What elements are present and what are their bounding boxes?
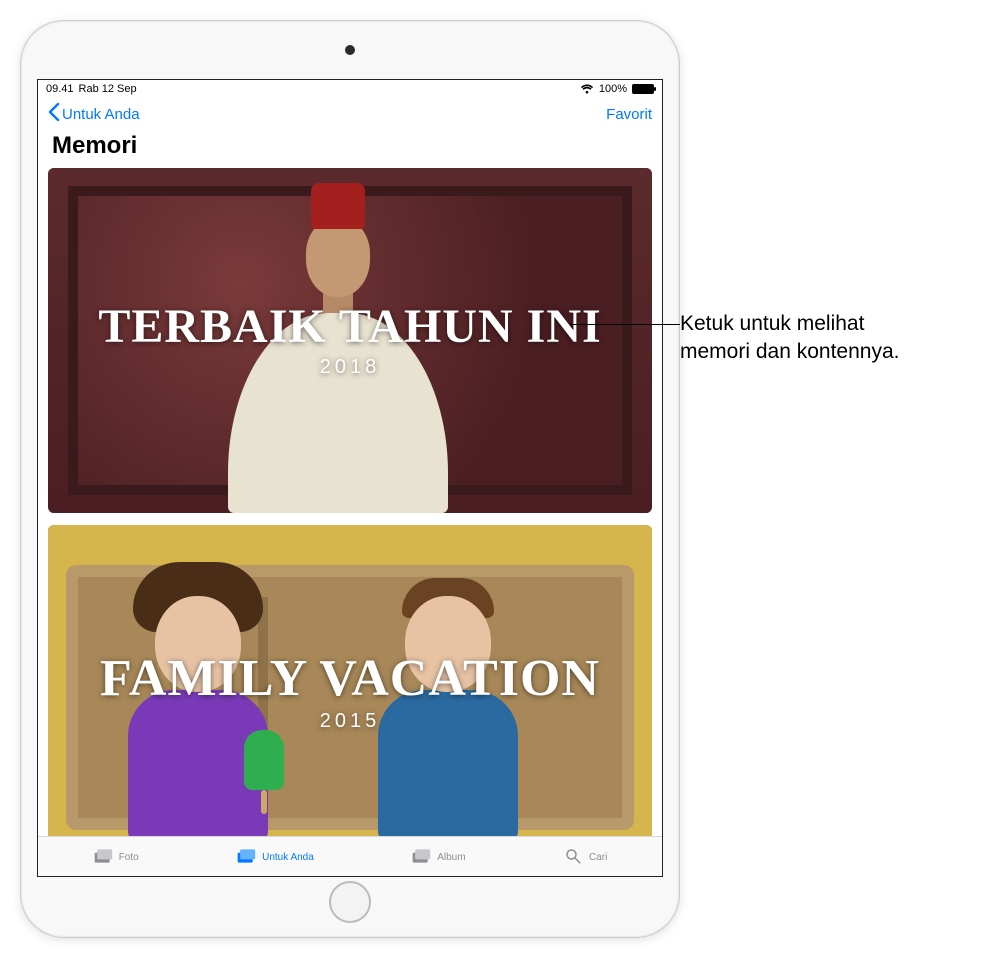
tab-label: Cari: [589, 852, 607, 863]
tab-bar: Foto Untuk Anda Album: [38, 836, 662, 876]
albums-stack-icon: [411, 847, 431, 868]
page-title: Memori: [38, 130, 662, 168]
battery-icon: [632, 84, 654, 94]
photos-stack-icon: [93, 847, 113, 868]
for-you-stack-icon: [236, 847, 256, 868]
favorite-button[interactable]: Favorit: [606, 106, 652, 123]
status-time: 09.41: [46, 83, 74, 95]
favorite-label: Favorit: [606, 106, 652, 123]
tab-albums[interactable]: Album: [411, 847, 465, 868]
tab-for-you[interactable]: Untuk Anda: [236, 847, 314, 868]
memory-subtitle: 2018: [320, 356, 381, 379]
back-button[interactable]: Untuk Anda: [48, 103, 140, 125]
memory-title: FAMILY VACATION: [100, 652, 600, 707]
ipad-device-frame: 09.41 Rab 12 Sep 100% Untuk And: [20, 20, 680, 938]
memory-subtitle: 2015: [320, 710, 381, 733]
tab-label: Untuk Anda: [262, 852, 314, 863]
status-bar: 09.41 Rab 12 Sep 100%: [38, 80, 662, 98]
memory-card-family-vacation[interactable]: FAMILY VACATION 2015: [48, 525, 652, 836]
callout-text-line1: Ketuk untuk melihat: [680, 310, 899, 338]
tab-label: Foto: [119, 852, 139, 863]
memory-card-best-of-year[interactable]: TERBAIK TAHUN INI 2018: [48, 168, 652, 513]
device-camera: [345, 21, 355, 79]
home-button[interactable]: [329, 881, 371, 923]
memory-title: TERBAIK TAHUN INI: [98, 302, 601, 352]
back-label: Untuk Anda: [62, 106, 140, 123]
chevron-left-icon: [48, 103, 60, 125]
tab-label: Album: [437, 852, 465, 863]
callout-leader-line: [570, 324, 680, 325]
search-icon: [563, 847, 583, 868]
callout-text-line2: memori dan kontennya.: [680, 338, 899, 366]
memories-list: TERBAIK TAHUN INI 2018 FAMILY VACATION 2…: [38, 168, 662, 836]
tab-photos[interactable]: Foto: [93, 847, 139, 868]
screen: 09.41 Rab 12 Sep 100% Untuk And: [37, 79, 663, 877]
tab-search[interactable]: Cari: [563, 847, 607, 868]
status-date: Rab 12 Sep: [79, 83, 137, 95]
wifi-icon: [580, 84, 594, 94]
nav-bar: Untuk Anda Favorit: [38, 98, 662, 130]
annotation-callout: Ketuk untuk melihat memori dan kontennya…: [680, 310, 899, 367]
status-battery-pct: 100%: [599, 83, 627, 95]
